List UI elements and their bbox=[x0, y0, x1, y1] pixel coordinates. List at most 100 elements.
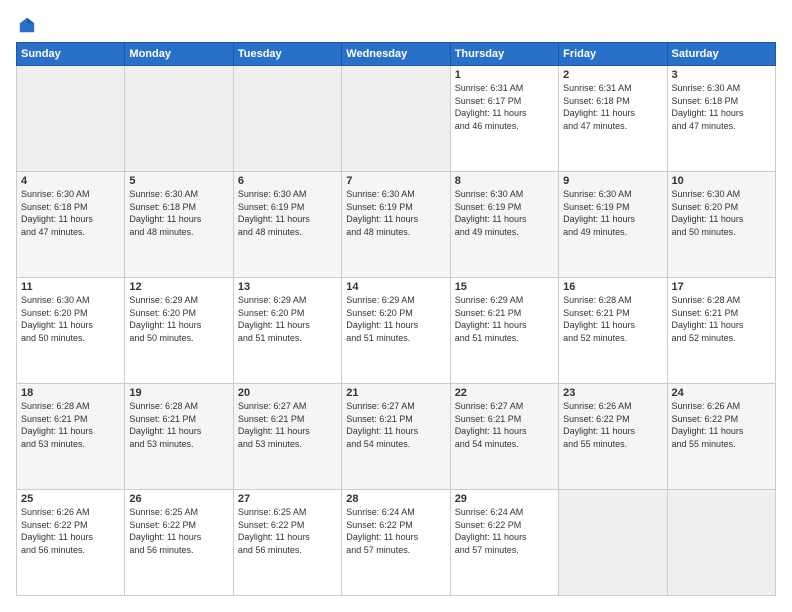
calendar-cell: 29Sunrise: 6:24 AM Sunset: 6:22 PM Dayli… bbox=[450, 490, 558, 596]
calendar-cell bbox=[667, 490, 775, 596]
calendar-cell: 3Sunrise: 6:30 AM Sunset: 6:18 PM Daylig… bbox=[667, 66, 775, 172]
day-number: 16 bbox=[563, 281, 662, 293]
calendar-cell: 1Sunrise: 6:31 AM Sunset: 6:17 PM Daylig… bbox=[450, 66, 558, 172]
day-number: 9 bbox=[563, 175, 662, 187]
day-info: Sunrise: 6:30 AM Sunset: 6:20 PM Dayligh… bbox=[21, 294, 120, 344]
calendar-cell: 26Sunrise: 6:25 AM Sunset: 6:22 PM Dayli… bbox=[125, 490, 233, 596]
day-info: Sunrise: 6:30 AM Sunset: 6:19 PM Dayligh… bbox=[455, 188, 554, 238]
calendar-cell: 7Sunrise: 6:30 AM Sunset: 6:19 PM Daylig… bbox=[342, 172, 450, 278]
calendar-cell bbox=[342, 66, 450, 172]
day-info: Sunrise: 6:30 AM Sunset: 6:19 PM Dayligh… bbox=[563, 188, 662, 238]
weekday-header-row: SundayMondayTuesdayWednesdayThursdayFrid… bbox=[17, 43, 776, 66]
calendar-cell: 23Sunrise: 6:26 AM Sunset: 6:22 PM Dayli… bbox=[559, 384, 667, 490]
day-info: Sunrise: 6:28 AM Sunset: 6:21 PM Dayligh… bbox=[563, 294, 662, 344]
calendar-cell: 11Sunrise: 6:30 AM Sunset: 6:20 PM Dayli… bbox=[17, 278, 125, 384]
day-number: 27 bbox=[238, 493, 337, 505]
calendar-cell: 17Sunrise: 6:28 AM Sunset: 6:21 PM Dayli… bbox=[667, 278, 775, 384]
day-number: 20 bbox=[238, 387, 337, 399]
week-row-1: 4Sunrise: 6:30 AM Sunset: 6:18 PM Daylig… bbox=[17, 172, 776, 278]
calendar-cell: 19Sunrise: 6:28 AM Sunset: 6:21 PM Dayli… bbox=[125, 384, 233, 490]
day-info: Sunrise: 6:24 AM Sunset: 6:22 PM Dayligh… bbox=[346, 506, 445, 556]
day-number: 14 bbox=[346, 281, 445, 293]
day-info: Sunrise: 6:29 AM Sunset: 6:20 PM Dayligh… bbox=[346, 294, 445, 344]
day-number: 19 bbox=[129, 387, 228, 399]
day-info: Sunrise: 6:30 AM Sunset: 6:18 PM Dayligh… bbox=[21, 188, 120, 238]
day-info: Sunrise: 6:25 AM Sunset: 6:22 PM Dayligh… bbox=[129, 506, 228, 556]
calendar-cell: 24Sunrise: 6:26 AM Sunset: 6:22 PM Dayli… bbox=[667, 384, 775, 490]
calendar-cell: 20Sunrise: 6:27 AM Sunset: 6:21 PM Dayli… bbox=[233, 384, 341, 490]
day-number: 26 bbox=[129, 493, 228, 505]
calendar-cell: 18Sunrise: 6:28 AM Sunset: 6:21 PM Dayli… bbox=[17, 384, 125, 490]
weekday-friday: Friday bbox=[559, 43, 667, 66]
day-info: Sunrise: 6:28 AM Sunset: 6:21 PM Dayligh… bbox=[129, 400, 228, 450]
weekday-tuesday: Tuesday bbox=[233, 43, 341, 66]
day-number: 2 bbox=[563, 69, 662, 81]
day-number: 13 bbox=[238, 281, 337, 293]
day-info: Sunrise: 6:31 AM Sunset: 6:17 PM Dayligh… bbox=[455, 82, 554, 132]
calendar-cell: 6Sunrise: 6:30 AM Sunset: 6:19 PM Daylig… bbox=[233, 172, 341, 278]
day-number: 11 bbox=[21, 281, 120, 293]
day-number: 5 bbox=[129, 175, 228, 187]
calendar-cell: 27Sunrise: 6:25 AM Sunset: 6:22 PM Dayli… bbox=[233, 490, 341, 596]
calendar-cell: 8Sunrise: 6:30 AM Sunset: 6:19 PM Daylig… bbox=[450, 172, 558, 278]
logo bbox=[16, 16, 36, 34]
day-number: 8 bbox=[455, 175, 554, 187]
day-number: 10 bbox=[672, 175, 771, 187]
calendar-cell: 25Sunrise: 6:26 AM Sunset: 6:22 PM Dayli… bbox=[17, 490, 125, 596]
week-row-3: 18Sunrise: 6:28 AM Sunset: 6:21 PM Dayli… bbox=[17, 384, 776, 490]
day-number: 15 bbox=[455, 281, 554, 293]
day-number: 28 bbox=[346, 493, 445, 505]
day-info: Sunrise: 6:24 AM Sunset: 6:22 PM Dayligh… bbox=[455, 506, 554, 556]
calendar-table: SundayMondayTuesdayWednesdayThursdayFrid… bbox=[16, 42, 776, 596]
day-info: Sunrise: 6:25 AM Sunset: 6:22 PM Dayligh… bbox=[238, 506, 337, 556]
calendar-cell: 22Sunrise: 6:27 AM Sunset: 6:21 PM Dayli… bbox=[450, 384, 558, 490]
day-info: Sunrise: 6:29 AM Sunset: 6:21 PM Dayligh… bbox=[455, 294, 554, 344]
day-info: Sunrise: 6:30 AM Sunset: 6:19 PM Dayligh… bbox=[346, 188, 445, 238]
day-number: 29 bbox=[455, 493, 554, 505]
day-info: Sunrise: 6:26 AM Sunset: 6:22 PM Dayligh… bbox=[21, 506, 120, 556]
day-info: Sunrise: 6:29 AM Sunset: 6:20 PM Dayligh… bbox=[238, 294, 337, 344]
calendar-cell bbox=[559, 490, 667, 596]
weekday-saturday: Saturday bbox=[667, 43, 775, 66]
calendar-cell: 12Sunrise: 6:29 AM Sunset: 6:20 PM Dayli… bbox=[125, 278, 233, 384]
calendar-cell: 21Sunrise: 6:27 AM Sunset: 6:21 PM Dayli… bbox=[342, 384, 450, 490]
day-number: 24 bbox=[672, 387, 771, 399]
day-info: Sunrise: 6:27 AM Sunset: 6:21 PM Dayligh… bbox=[455, 400, 554, 450]
calendar-cell: 15Sunrise: 6:29 AM Sunset: 6:21 PM Dayli… bbox=[450, 278, 558, 384]
day-info: Sunrise: 6:28 AM Sunset: 6:21 PM Dayligh… bbox=[21, 400, 120, 450]
day-info: Sunrise: 6:31 AM Sunset: 6:18 PM Dayligh… bbox=[563, 82, 662, 132]
day-info: Sunrise: 6:27 AM Sunset: 6:21 PM Dayligh… bbox=[346, 400, 445, 450]
day-info: Sunrise: 6:26 AM Sunset: 6:22 PM Dayligh… bbox=[672, 400, 771, 450]
page: SundayMondayTuesdayWednesdayThursdayFrid… bbox=[0, 0, 792, 612]
day-number: 22 bbox=[455, 387, 554, 399]
day-info: Sunrise: 6:30 AM Sunset: 6:19 PM Dayligh… bbox=[238, 188, 337, 238]
calendar-cell: 5Sunrise: 6:30 AM Sunset: 6:18 PM Daylig… bbox=[125, 172, 233, 278]
calendar-cell: 2Sunrise: 6:31 AM Sunset: 6:18 PM Daylig… bbox=[559, 66, 667, 172]
weekday-wednesday: Wednesday bbox=[342, 43, 450, 66]
calendar-cell bbox=[125, 66, 233, 172]
weekday-thursday: Thursday bbox=[450, 43, 558, 66]
calendar-cell: 14Sunrise: 6:29 AM Sunset: 6:20 PM Dayli… bbox=[342, 278, 450, 384]
day-number: 4 bbox=[21, 175, 120, 187]
week-row-4: 25Sunrise: 6:26 AM Sunset: 6:22 PM Dayli… bbox=[17, 490, 776, 596]
calendar-cell: 10Sunrise: 6:30 AM Sunset: 6:20 PM Dayli… bbox=[667, 172, 775, 278]
day-info: Sunrise: 6:26 AM Sunset: 6:22 PM Dayligh… bbox=[563, 400, 662, 450]
calendar-cell: 16Sunrise: 6:28 AM Sunset: 6:21 PM Dayli… bbox=[559, 278, 667, 384]
calendar-cell: 28Sunrise: 6:24 AM Sunset: 6:22 PM Dayli… bbox=[342, 490, 450, 596]
day-info: Sunrise: 6:30 AM Sunset: 6:18 PM Dayligh… bbox=[672, 82, 771, 132]
weekday-monday: Monday bbox=[125, 43, 233, 66]
calendar-cell: 13Sunrise: 6:29 AM Sunset: 6:20 PM Dayli… bbox=[233, 278, 341, 384]
day-number: 17 bbox=[672, 281, 771, 293]
header bbox=[16, 16, 776, 34]
day-number: 25 bbox=[21, 493, 120, 505]
calendar-cell bbox=[233, 66, 341, 172]
day-info: Sunrise: 6:30 AM Sunset: 6:18 PM Dayligh… bbox=[129, 188, 228, 238]
day-number: 23 bbox=[563, 387, 662, 399]
day-number: 1 bbox=[455, 69, 554, 81]
week-row-0: 1Sunrise: 6:31 AM Sunset: 6:17 PM Daylig… bbox=[17, 66, 776, 172]
calendar-cell: 9Sunrise: 6:30 AM Sunset: 6:19 PM Daylig… bbox=[559, 172, 667, 278]
day-info: Sunrise: 6:30 AM Sunset: 6:20 PM Dayligh… bbox=[672, 188, 771, 238]
day-number: 21 bbox=[346, 387, 445, 399]
day-info: Sunrise: 6:28 AM Sunset: 6:21 PM Dayligh… bbox=[672, 294, 771, 344]
day-number: 18 bbox=[21, 387, 120, 399]
